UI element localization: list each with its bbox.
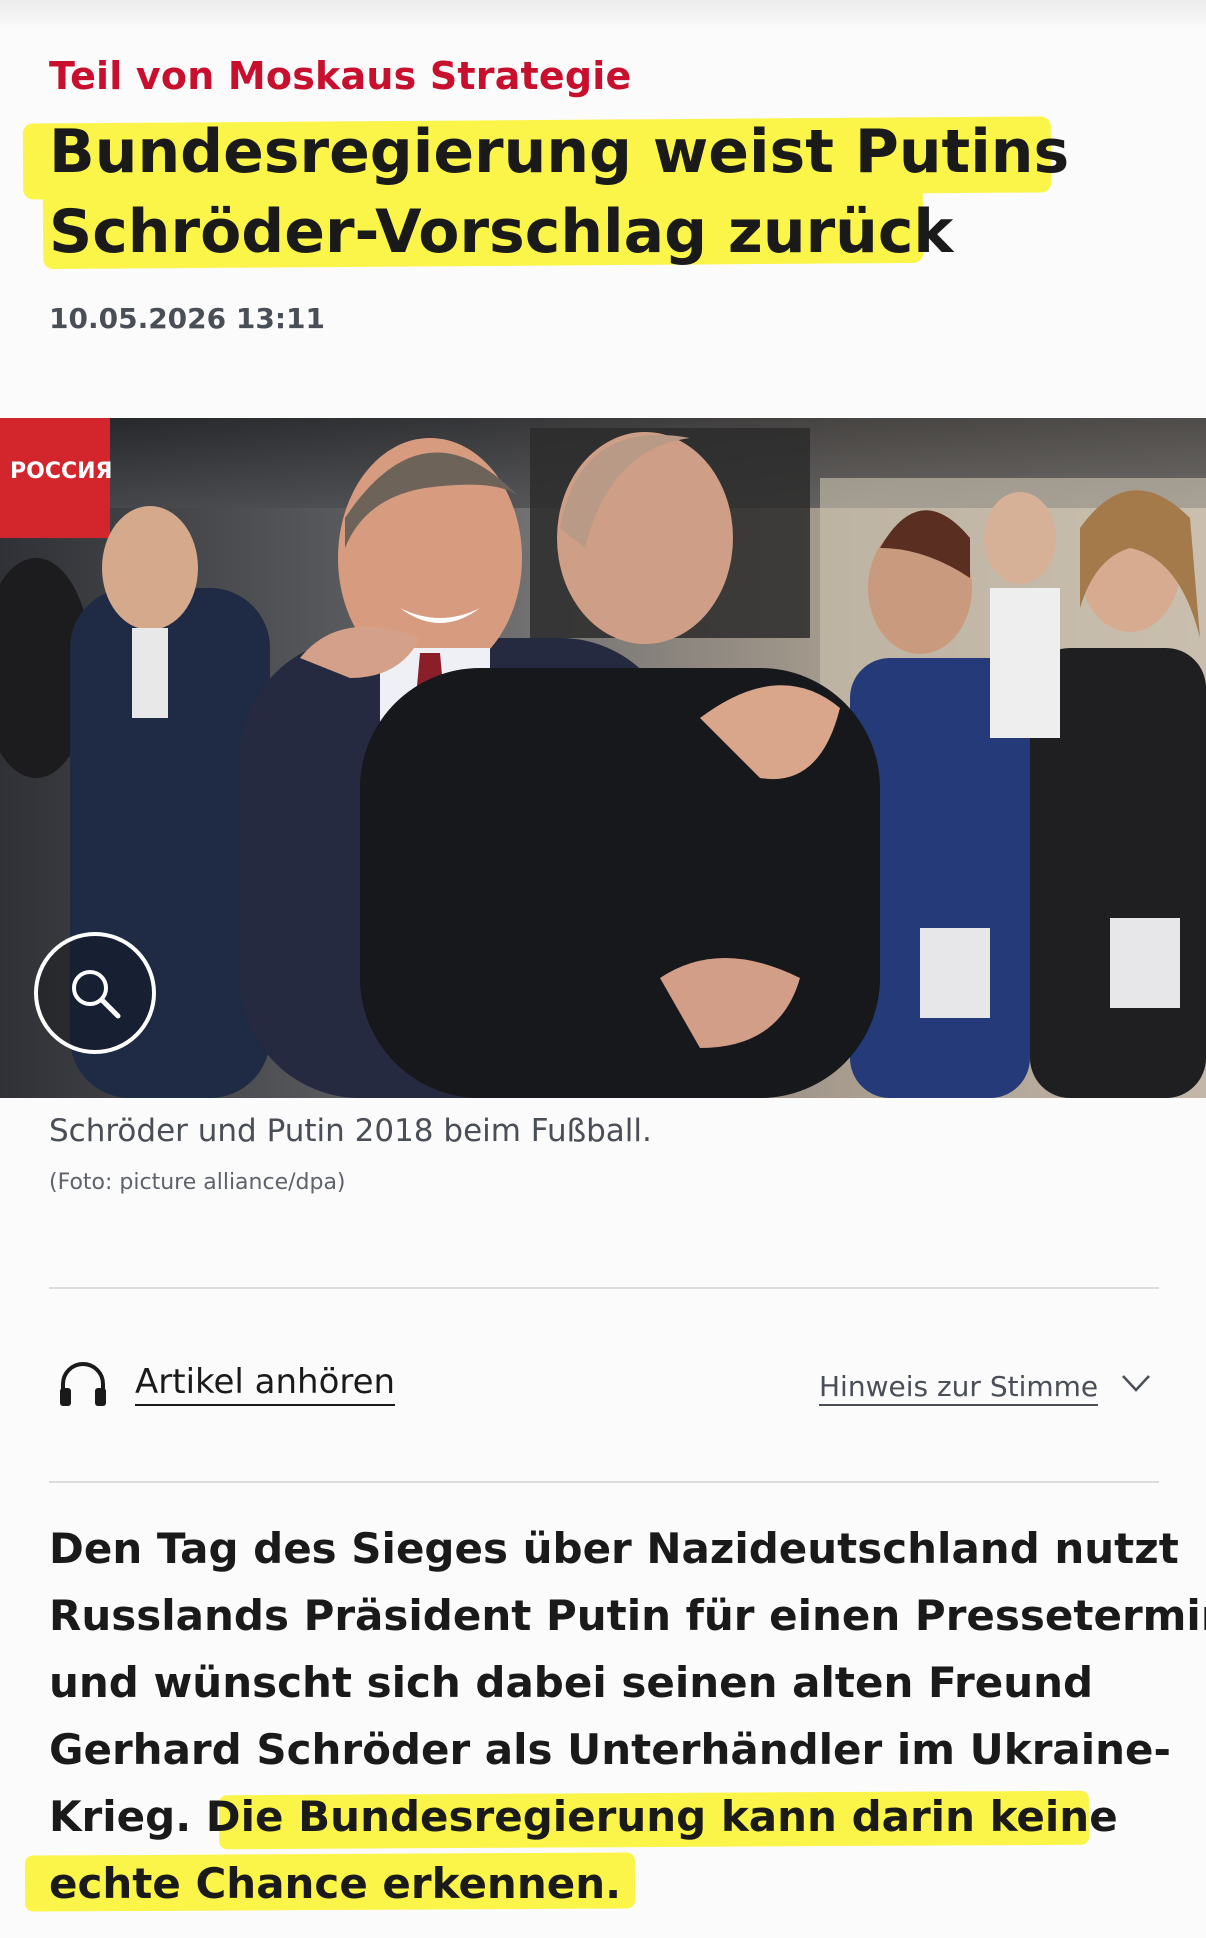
headline-line-1: Bundesregierung weist Putins	[22, 112, 1169, 200]
lead-line-3: und wünscht sich dabei seinen alten Freu…	[49, 1658, 1094, 1707]
lead-highlighted-text-2: echte Chance erkennen.	[49, 1859, 622, 1908]
chevron-down-icon[interactable]	[1120, 1372, 1152, 1394]
voice-note-link[interactable]: Hinweis zur Stimme	[819, 1370, 1099, 1406]
lead-highlighted-text-1: ie Bundesregierung kann darin keine	[240, 1792, 1118, 1841]
image-credit: (Foto: picture alliance/dpa)	[49, 1170, 346, 1195]
photo-overlay-text: РОССИЯ	[10, 459, 112, 484]
article-photo[interactable]: РОССИЯ	[0, 418, 1206, 1098]
headline-line-2: Schröder-Vorschlag zurück	[42, 184, 1169, 272]
divider-bottom	[49, 1481, 1159, 1483]
article-kicker: Teil von Moskaus Strategie	[49, 54, 632, 98]
lead-line-5: Krieg. Die Bundesregierung kann darin ke…	[49, 1783, 1189, 1850]
headphones-icon[interactable]	[55, 1356, 111, 1412]
lead-line-4: Gerhard Schröder als Unterhändler im Ukr…	[49, 1725, 1171, 1774]
article-lead: Den Tag des Sieges über Nazideutschland …	[24, 1515, 1206, 1917]
lead-line-6: echte Chance erkennen.	[24, 1850, 1189, 1917]
image-zoom-button[interactable]	[34, 932, 156, 1054]
top-shade	[0, 0, 1206, 30]
photo-illustration: РОССИЯ	[0, 418, 1206, 1098]
image-caption: Schröder und Putin 2018 beim Fußball.	[49, 1113, 652, 1149]
listen-article-button[interactable]: Artikel anhören	[135, 1362, 396, 1406]
magnifier-icon	[72, 970, 121, 1019]
divider-top	[49, 1287, 1159, 1289]
article-date: 10.05.2026 13:11	[49, 302, 326, 335]
lead-line-1: Den Tag des Sieges über Nazideutschland …	[49, 1524, 1179, 1573]
article-headline: Bundesregierung weist Putins Schröder-Vo…	[22, 112, 1169, 272]
lead-line-2: Russlands Präsident Putin für einen Pres…	[49, 1591, 1206, 1640]
